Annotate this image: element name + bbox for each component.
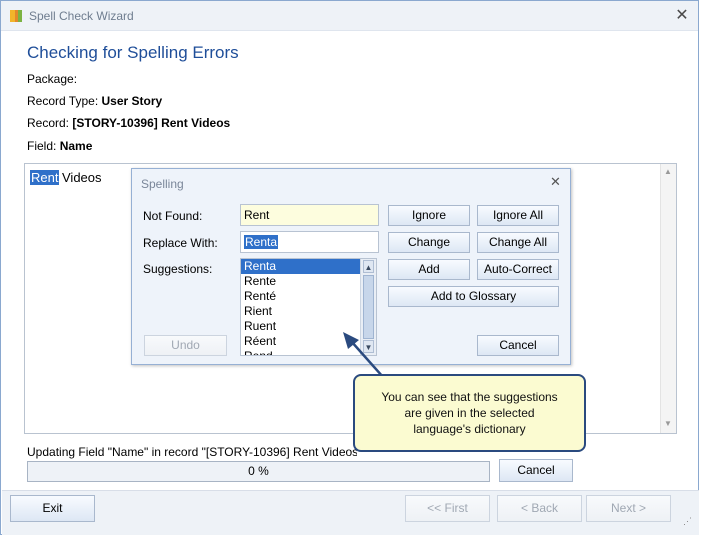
record-label: Record: [27, 116, 70, 130]
spelling-dialog: Spelling ✕ Not Found: Rent Replace With:… [131, 168, 571, 365]
page-heading: Checking for Spelling Errors [27, 43, 239, 62]
callout-line-2: are given in the selected [404, 406, 535, 420]
record-type-label: Record Type: [27, 94, 99, 108]
field-value: Name [59, 139, 93, 153]
spelling-cancel-button[interactable]: Cancel [477, 335, 559, 356]
back-button[interactable]: < Back [497, 495, 582, 522]
callout-tooltip: You can see that the suggestions are giv… [353, 374, 586, 452]
replace-with-value: Renta [244, 235, 279, 249]
editor-scrollbar[interactable]: ▲ ▼ [660, 164, 676, 433]
suggestion-item[interactable]: Rient [241, 304, 360, 319]
package-line: Package: [27, 72, 77, 86]
callout-line-1: You can see that the suggestions [381, 390, 558, 404]
suggestion-item[interactable]: Renté [241, 289, 360, 304]
add-button[interactable]: Add [388, 259, 470, 280]
app-logo-icon [10, 10, 22, 22]
callout-line-3: language's dictionary [413, 422, 526, 436]
suggestion-item[interactable]: Ruent [241, 319, 360, 334]
ignore-button[interactable]: Ignore [388, 205, 470, 226]
replace-with-input[interactable]: Renta [240, 231, 379, 253]
title-bar: Spell Check Wizard ✕ [1, 1, 698, 31]
suggestion-item[interactable]: Rente [241, 274, 360, 289]
window-title: Spell Check Wizard [29, 9, 134, 23]
not-found-field: Rent [240, 204, 379, 226]
first-button[interactable]: << First [405, 495, 490, 522]
add-to-glossary-button[interactable]: Add to Glossary [388, 286, 559, 307]
suggestions-scrollbar[interactable]: ▲ ▼ [360, 259, 376, 355]
record-line: Record: [STORY-10396] Rent Videos [27, 116, 230, 130]
resize-grip-icon[interactable]: ⋰ [683, 516, 692, 527]
suggestion-item[interactable]: Rend [241, 349, 360, 355]
change-all-button[interactable]: Change All [477, 232, 559, 253]
suggestions-list[interactable]: Renta Rente Renté Rient Ruent Réent Rend ▲ ▼ [240, 258, 377, 356]
editor-text: Videos [62, 170, 102, 185]
suggestions-scroll-down-icon[interactable]: ▼ [363, 340, 374, 353]
suggestions-items: Renta Rente Renté Rient Ruent Réent Rend [241, 259, 376, 355]
package-label: Package: [27, 72, 78, 86]
not-found-label: Not Found: [143, 209, 203, 223]
suggestions-scroll-thumb[interactable] [363, 275, 374, 339]
ignore-all-button[interactable]: Ignore All [477, 205, 559, 226]
progress-status-text: Updating Field "Name" in record "[STORY-… [27, 445, 357, 459]
progress-cancel-button[interactable]: Cancel [499, 459, 573, 482]
spelling-close-icon[interactable]: ✕ [550, 174, 561, 190]
field-label: Field: [27, 139, 57, 153]
record-type-value: User Story [101, 94, 163, 108]
exit-button[interactable]: Exit [10, 495, 95, 522]
record-type-line: Record Type: User Story [27, 94, 162, 108]
replace-with-label: Replace With: [143, 236, 218, 250]
undo-button[interactable]: Undo [144, 335, 227, 356]
progress-bar: 0 % [27, 461, 490, 482]
suggestions-label: Suggestions: [143, 262, 213, 276]
wizard-footer: Exit << First < Back Next > [2, 490, 699, 535]
misspelled-word-highlight[interactable]: Rent [30, 170, 60, 185]
next-button[interactable]: Next > [586, 495, 671, 522]
window-close-icon[interactable]: ✕ [671, 5, 693, 27]
auto-correct-button[interactable]: Auto-Correct [477, 259, 559, 280]
suggestion-item[interactable]: Réent [241, 334, 360, 349]
record-value: [STORY-10396] Rent Videos [72, 116, 231, 130]
scroll-up-icon[interactable]: ▲ [664, 167, 672, 176]
progress-percent: 0 % [248, 464, 269, 478]
field-line: Field: Name [27, 139, 92, 153]
spelling-dialog-title: Spelling [141, 177, 184, 191]
suggestions-scroll-up-icon[interactable]: ▲ [363, 260, 374, 273]
change-button[interactable]: Change [388, 232, 470, 253]
suggestion-item[interactable]: Renta [241, 259, 360, 274]
scroll-down-icon[interactable]: ▼ [664, 419, 672, 428]
